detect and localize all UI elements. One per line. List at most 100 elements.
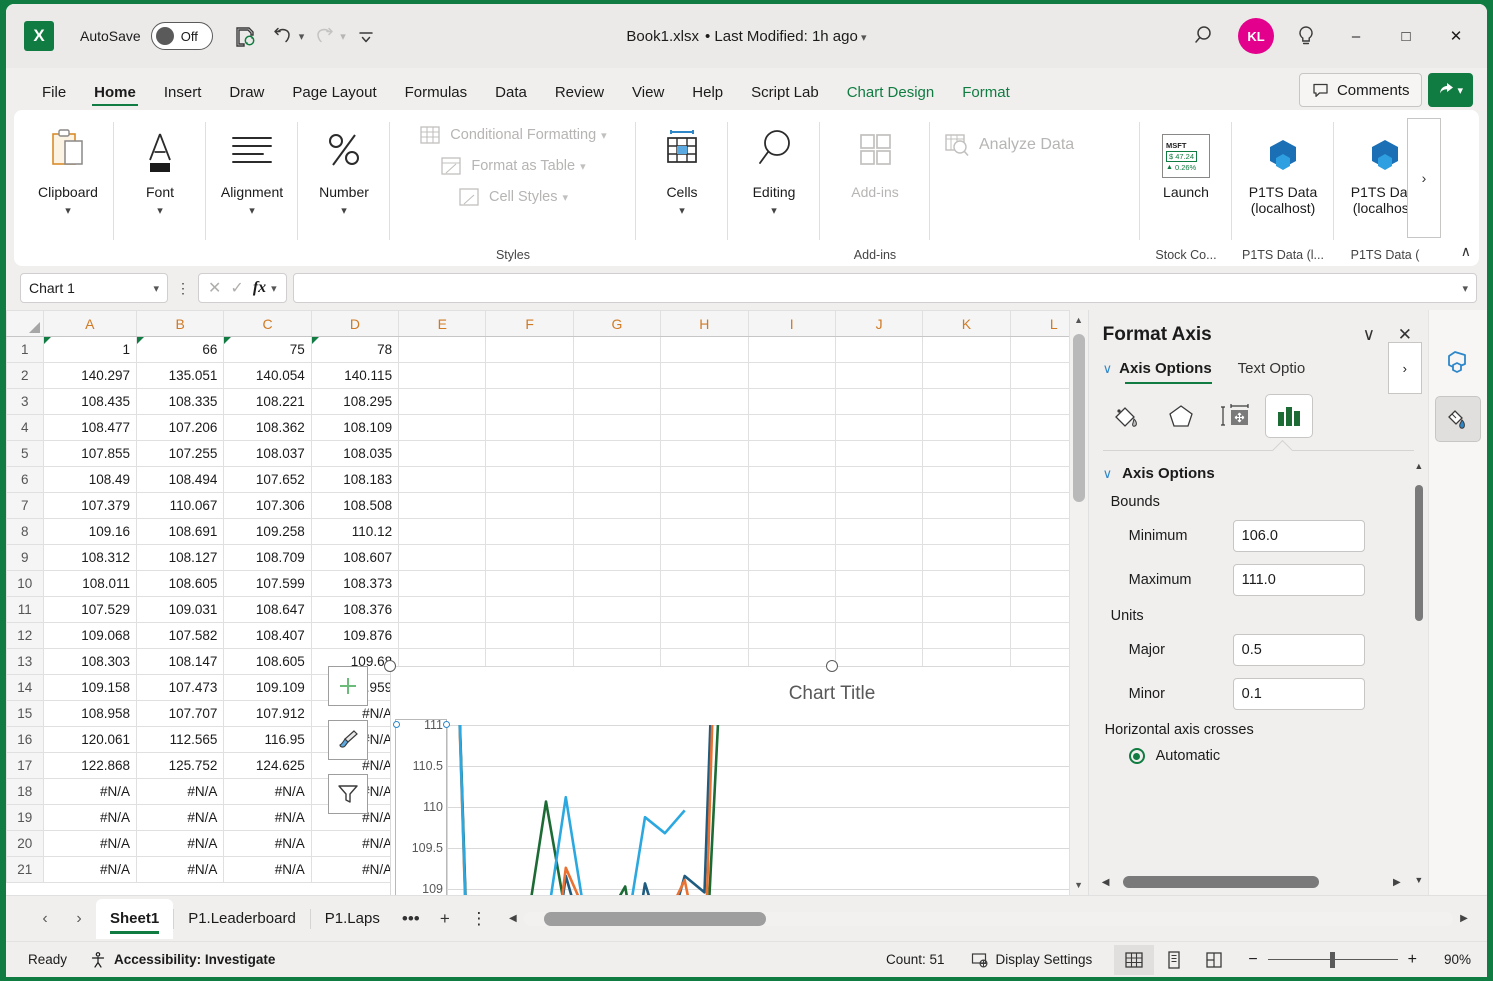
axis-handle-tl[interactable] [393, 721, 400, 728]
row-header-14[interactable]: 14 [6, 674, 44, 701]
cell-A17[interactable]: 122.868 [42, 752, 138, 779]
cell-C3[interactable]: 108.221 [223, 388, 312, 415]
sheet-menu-icon[interactable]: ⋮ [462, 902, 496, 936]
cell-E7[interactable] [398, 492, 487, 519]
zoom-level-label[interactable]: 90% [1427, 952, 1471, 967]
cell-B3[interactable]: 108.335 [136, 388, 225, 415]
cell-B21[interactable]: #N/A [136, 856, 225, 883]
maximize-button[interactable]: □ [1383, 14, 1429, 58]
cell-I3[interactable] [747, 388, 836, 415]
cell-I1[interactable] [747, 336, 836, 363]
cell-B15[interactable]: 107.707 [136, 700, 225, 727]
cell-G7[interactable] [572, 492, 662, 519]
alignment-chevron-down-icon[interactable]: ▾ [249, 204, 255, 217]
cell-H10[interactable] [660, 570, 749, 597]
cell-A7[interactable]: 107.379 [42, 492, 138, 519]
share-button[interactable]: ▾ [1428, 73, 1473, 107]
tab-help[interactable]: Help [678, 82, 737, 110]
cell-K2[interactable] [922, 362, 1011, 389]
minimum-input[interactable]: 106.0 [1232, 520, 1365, 552]
row-header-15[interactable]: 15 [6, 700, 44, 727]
cell-F2[interactable] [485, 362, 574, 389]
cell-H7[interactable] [660, 492, 749, 519]
tab-chart-design[interactable]: Chart Design [833, 82, 949, 110]
cell-I5[interactable] [747, 440, 836, 467]
cell-C1[interactable]: 75 [223, 336, 312, 363]
cell-D12[interactable]: 109.876 [310, 622, 400, 649]
row-header-19[interactable]: 19 [6, 804, 44, 831]
cell-J4[interactable] [834, 414, 924, 441]
sheet-tab-p1-laps[interactable]: P1.Laps [311, 899, 394, 939]
save-icon[interactable] [227, 19, 263, 53]
cell-K3[interactable] [922, 388, 1011, 415]
row-header-2[interactable]: 2 [6, 362, 44, 389]
cell-A4[interactable]: 108.477 [42, 414, 138, 441]
avatar[interactable]: KL [1233, 17, 1279, 55]
cell-G11[interactable] [572, 596, 662, 623]
cell-D3[interactable]: 108.295 [310, 388, 400, 415]
row-header-5[interactable]: 5 [6, 440, 44, 467]
cell-C20[interactable]: #N/A [223, 830, 312, 857]
hscroll-right-icon[interactable]: ▶ [1457, 913, 1471, 924]
zoom-slider-knob[interactable] [1329, 951, 1335, 968]
tab-view[interactable]: View [618, 82, 678, 110]
axis-options-section-header[interactable]: ∨ Axis Options [1103, 465, 1414, 482]
ribbon-collapse-icon[interactable]: ∧ [1461, 243, 1471, 260]
cell-F3[interactable] [485, 388, 574, 415]
formula-cancel-icon[interactable]: ✕ [208, 278, 221, 298]
accessibility-status[interactable]: Accessibility: Investigate [89, 951, 275, 969]
cell-A14[interactable]: 109.158 [42, 674, 138, 701]
cell-H5[interactable] [660, 440, 749, 467]
cell-G3[interactable] [572, 388, 662, 415]
column-header-k[interactable]: K [922, 310, 1011, 337]
cell-D20[interactable]: #N/A [310, 830, 400, 857]
row-header-11[interactable]: 11 [6, 596, 44, 623]
cell-J8[interactable] [834, 518, 924, 545]
sheet-tab-p1-leaderboard[interactable]: P1.Leaderboard [174, 899, 310, 939]
cell-G8[interactable] [572, 518, 662, 545]
pane-scroll-up-icon[interactable]: ▲ [1412, 461, 1426, 471]
cell-A5[interactable]: 107.855 [42, 440, 138, 467]
cell-H2[interactable] [660, 362, 749, 389]
cell-B12[interactable]: 107.582 [136, 622, 225, 649]
cell-A3[interactable]: 108.435 [42, 388, 138, 415]
column-header-a[interactable]: A [42, 310, 138, 337]
tab-data[interactable]: Data [481, 82, 541, 110]
cell-C4[interactable]: 108.362 [223, 414, 312, 441]
font-chevron-down-icon[interactable]: ▾ [157, 204, 163, 217]
cell-K11[interactable] [922, 596, 1011, 623]
chart-plot-area[interactable]: 111110.5110109.5109108.5108107.5107106.5… [395, 718, 1088, 895]
insert-cells-icon[interactable] [328, 666, 368, 706]
row-header-10[interactable]: 10 [6, 570, 44, 597]
ribbon-group-clipboard[interactable]: Clipboard ▾ [22, 116, 114, 266]
column-header-f[interactable]: F [485, 310, 574, 337]
cell-C12[interactable]: 108.407 [223, 622, 312, 649]
cell-K5[interactable] [922, 440, 1011, 467]
cell-F12[interactable] [485, 622, 574, 649]
cell-E5[interactable] [398, 440, 487, 467]
row-header-18[interactable]: 18 [6, 778, 44, 805]
cell-E2[interactable] [398, 362, 487, 389]
scroll-down-icon[interactable]: ▼ [1070, 875, 1088, 895]
worksheet-grid[interactable]: A B C D E F G H I J K L 1 1 66 75 78 2 140.297 [6, 310, 1088, 895]
cell-A21[interactable]: #N/A [42, 856, 138, 883]
cell-D1[interactable]: 78 [310, 336, 400, 363]
cell-I10[interactable] [747, 570, 836, 597]
cell-A13[interactable]: 108.303 [42, 648, 138, 675]
cell-K7[interactable] [922, 492, 1011, 519]
grid-vertical-scrollbar[interactable]: ▲ ▼ [1068, 310, 1088, 895]
column-header-d[interactable]: D [310, 310, 400, 337]
clipboard-chevron-down-icon[interactable]: ▾ [65, 204, 71, 217]
search-icon[interactable] [1183, 17, 1229, 55]
cell-J9[interactable] [834, 544, 924, 571]
series-line-66[interactable] [447, 725, 744, 895]
axis-options-chart-icon[interactable] [1264, 394, 1313, 438]
row-header-3[interactable]: 3 [6, 388, 44, 415]
cell-D9[interactable]: 108.607 [310, 544, 400, 571]
cell-G1[interactable] [572, 336, 662, 363]
ribbon-group-cells[interactable]: Cells ▾ [636, 116, 728, 266]
size-properties-icon[interactable] [1211, 394, 1259, 438]
cell-styles-chevron-down-icon[interactable]: ▾ [562, 191, 568, 204]
cell-J5[interactable] [834, 440, 924, 467]
column-header-b[interactable]: B [136, 310, 225, 337]
